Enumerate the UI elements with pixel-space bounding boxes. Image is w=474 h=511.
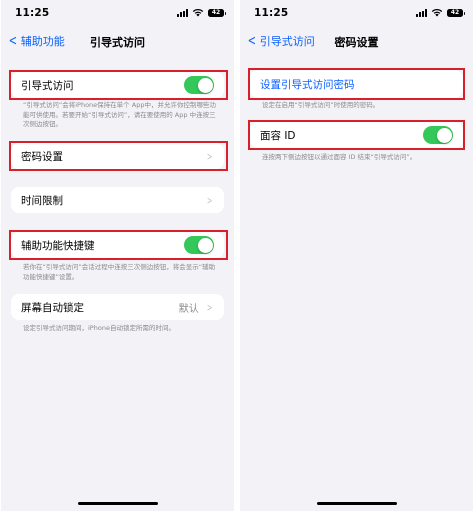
highlight-box	[9, 230, 228, 260]
cellular-signal-icon	[416, 8, 427, 17]
status-bar: 11:25 42	[1, 0, 234, 28]
highlight-box	[248, 120, 465, 150]
auto-lock-row[interactable]: 屏幕自动锁定 默认 >	[11, 294, 224, 320]
wifi-icon	[192, 9, 204, 17]
page-title: 引导式访问	[90, 36, 145, 49]
home-indicator[interactable]	[316, 502, 397, 505]
auto-lock-label: 屏幕自动锁定	[21, 301, 84, 314]
page-title: 密码设置	[334, 36, 379, 49]
status-bar: 11:25 42	[240, 0, 473, 28]
battery-icon: 42	[447, 8, 465, 17]
time-limits-card: 时间限制 >	[11, 187, 224, 213]
home-indicator[interactable]	[77, 502, 158, 505]
accessibility-shortcut-footnote: 若你在“引导式访问”会话过程中连按三次侧边按钮，将会显示“辅助功能快捷键”设置。	[23, 263, 216, 281]
left-phone-screen: 11:25 42 < 辅助功能 引导式访问 引导式访问 “引导式访问”会将iPh…	[1, 0, 234, 511]
highlight-box	[9, 70, 228, 100]
auto-lock-footnote: 设定引导式访问期间，iPhone自动锁定所需的时间。	[23, 324, 175, 332]
navigation-bar: < 辅助功能 引导式访问	[1, 28, 234, 54]
set-passcode-footnote: 设定在启用“引导式访问”时使用的密码。	[262, 101, 380, 109]
guided-access-footnote: “引导式访问”会将iPhone保持在单个 App中，并允许你控制哪些功能可供使用…	[23, 101, 216, 128]
auto-lock-card: 屏幕自动锁定 默认 >	[11, 294, 224, 320]
navigation-bar: < 引导式访问 密码设置	[240, 28, 473, 54]
chevron-right-icon: >	[206, 193, 213, 207]
status-time: 11:25	[254, 7, 289, 19]
time-limits-row[interactable]: 时间限制 >	[11, 187, 224, 213]
highlight-box	[9, 141, 228, 171]
wifi-icon	[431, 9, 443, 17]
status-time: 11:25	[15, 7, 50, 19]
time-limits-label: 时间限制	[21, 194, 63, 207]
battery-icon: 42	[208, 8, 226, 17]
cellular-signal-icon	[177, 8, 188, 17]
face-id-footnote: 连按两下侧边按钮以通过面容 ID 结束“引导式访问”。	[262, 153, 417, 161]
highlight-box	[248, 68, 465, 100]
chevron-right-icon: >	[206, 300, 213, 314]
right-phone-screen: 11:25 42 < 引导式访问 密码设置 设置引导式访问密码 设定在启用“引导…	[240, 0, 473, 511]
auto-lock-value: 默认	[178, 303, 199, 315]
